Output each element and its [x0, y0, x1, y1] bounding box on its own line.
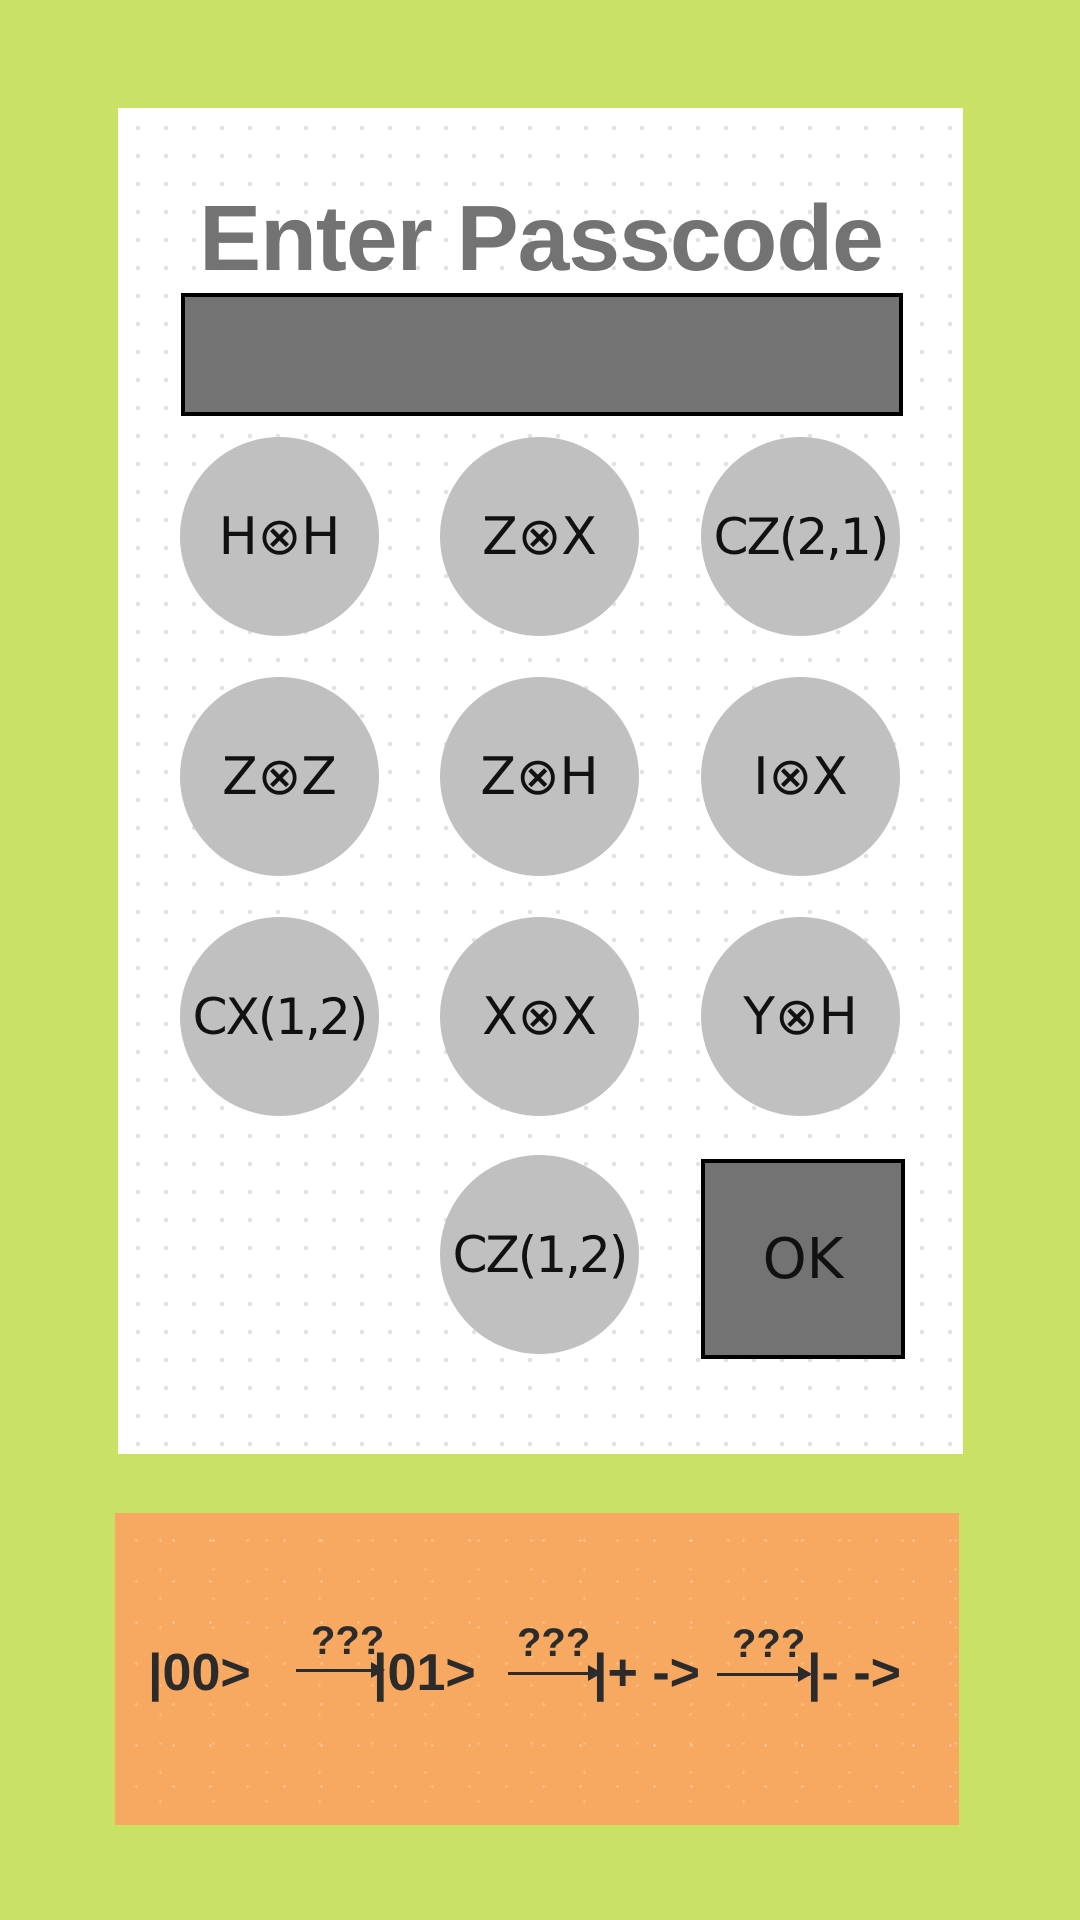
- key-i-x[interactable]: I⊗X: [701, 677, 900, 876]
- hint-operator: ???: [517, 1621, 591, 1665]
- key-z-z[interactable]: Z⊗Z: [180, 677, 379, 876]
- key-z-x[interactable]: Z⊗X: [440, 437, 639, 636]
- hint-state: |00>: [148, 1644, 251, 1702]
- key-y-h[interactable]: Y⊗H: [701, 917, 900, 1116]
- arrow-icon: [717, 1666, 812, 1682]
- hint-state: |+ ->: [593, 1644, 701, 1702]
- ok-button[interactable]: OK: [701, 1159, 905, 1359]
- hint-state: |- ->: [807, 1644, 901, 1702]
- key-x-x[interactable]: X⊗X: [440, 917, 639, 1116]
- key-cx-1-2[interactable]: CX(1,2): [180, 917, 379, 1116]
- key-z-h[interactable]: Z⊗H: [440, 677, 639, 876]
- hint-state: |01>: [373, 1644, 476, 1702]
- hint-operator: ???: [732, 1622, 806, 1666]
- key-h-h[interactable]: H⊗H: [180, 437, 379, 636]
- key-cz-1-2[interactable]: CZ(1,2): [440, 1155, 639, 1354]
- page-title: Enter Passcode: [199, 186, 884, 290]
- passcode-display: [181, 293, 903, 416]
- arrow-icon: [296, 1662, 385, 1678]
- arrow-icon: [508, 1665, 602, 1681]
- key-cz-2-1[interactable]: CZ(2,1): [701, 437, 900, 636]
